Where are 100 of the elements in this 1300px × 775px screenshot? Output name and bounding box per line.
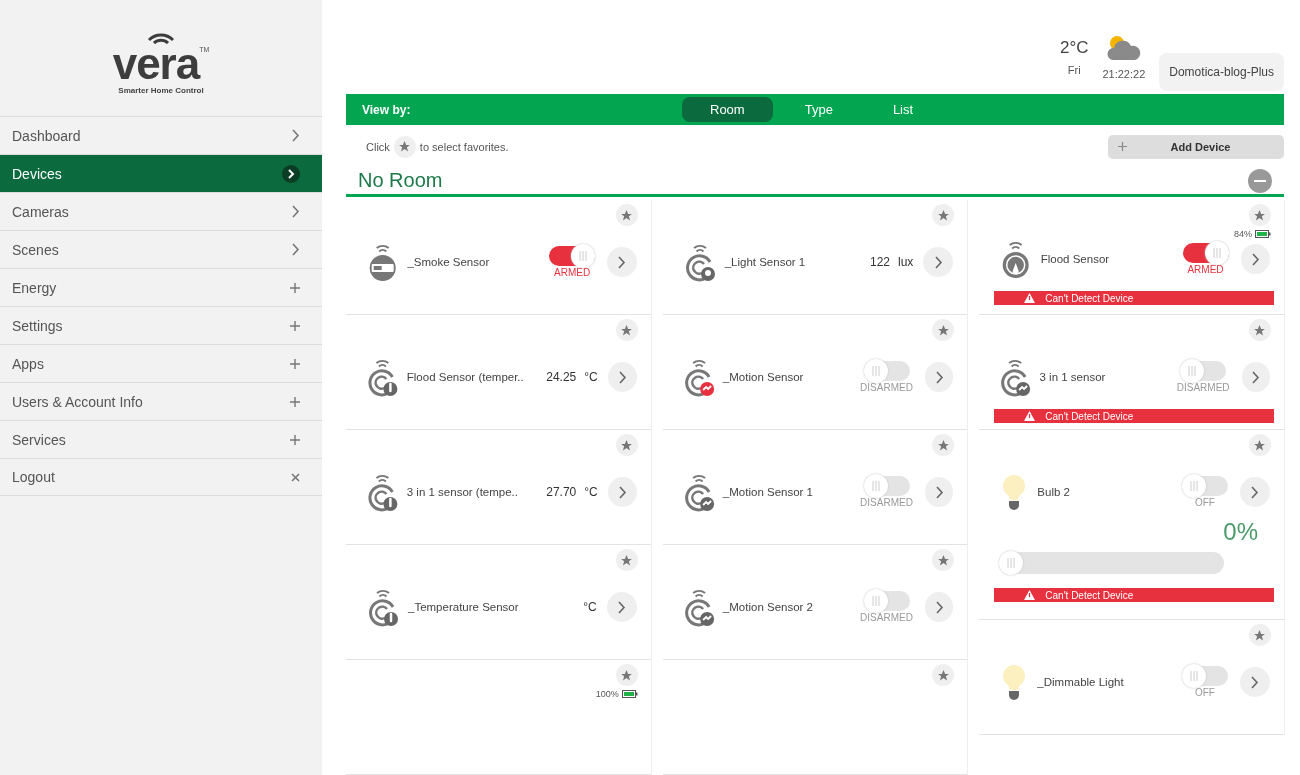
toggle-switch[interactable]	[863, 476, 910, 496]
partly-cloudy-icon	[1104, 33, 1143, 62]
dimmer-slider[interactable]	[999, 552, 1224, 574]
favorite-star-button[interactable]	[615, 664, 638, 686]
weekday: Fri	[1067, 63, 1081, 76]
chevron-right-icon	[933, 255, 943, 269]
status-label: DISARMED	[860, 497, 913, 508]
star-icon	[620, 553, 634, 567]
device-details-button[interactable]	[606, 592, 637, 622]
battery-icon	[1255, 230, 1271, 238]
temperature-sensor-icon	[366, 587, 400, 627]
add-device-button[interactable]: Add Device	[1108, 134, 1284, 159]
battery-level: 100%	[595, 689, 638, 699]
favorite-star-button[interactable]	[932, 549, 955, 571]
toggle-switch[interactable]	[1182, 666, 1228, 686]
chevron-right-icon	[1250, 675, 1260, 689]
chevron-right-icon	[617, 255, 627, 269]
device-details-button[interactable]	[923, 247, 954, 277]
status-label: ARMED	[1187, 264, 1224, 275]
chevron-right-icon	[291, 205, 300, 218]
chevron-right-icon	[1250, 485, 1260, 499]
plus-icon	[290, 320, 300, 331]
favorite-star-button[interactable]	[615, 549, 638, 571]
device-details-button[interactable]	[924, 362, 954, 392]
view-tab[interactable]: Room	[682, 97, 773, 123]
grip-icon	[1212, 248, 1221, 258]
device-name: _Motion Sensor	[722, 369, 805, 385]
plus-icon	[290, 358, 300, 369]
device-details-button[interactable]	[1240, 244, 1270, 274]
nav-item[interactable]: Logout	[0, 458, 322, 496]
star-icon	[936, 553, 950, 567]
room-title: No Room	[358, 169, 443, 193]
device-details-button[interactable]	[1240, 477, 1270, 507]
favorite-star-button[interactable]	[932, 319, 955, 341]
chevron-right-icon	[934, 485, 944, 499]
device-details-button[interactable]	[924, 592, 954, 622]
toggle-switch[interactable]	[1182, 243, 1229, 263]
favorite-star-button[interactable]	[615, 204, 638, 226]
grip-icon	[1190, 481, 1198, 491]
device-details-button[interactable]	[924, 477, 954, 507]
favorite-star-button[interactable]	[932, 204, 955, 226]
device-name: _Smoke Sensor	[407, 254, 491, 270]
status-label: DISARMED	[860, 612, 913, 623]
alert-text: Can't Detect Device	[1045, 589, 1134, 601]
favorite-star-button[interactable]	[393, 135, 416, 158]
hint-text: Click	[366, 140, 390, 153]
toggle-switch[interactable]	[1182, 476, 1228, 496]
device-name: Bulb 2	[1037, 484, 1071, 500]
status-label: OFF	[1195, 687, 1215, 698]
user-name[interactable]: Domotica-blog-Plus	[1159, 52, 1284, 91]
clock-time: 21:22:22	[1102, 67, 1146, 80]
chevron-right-icon	[934, 370, 944, 384]
toggle-switch[interactable]	[863, 591, 910, 611]
hint-text: to select favorites.	[419, 140, 509, 153]
star-icon	[620, 208, 634, 222]
favorite-star-button[interactable]	[932, 434, 955, 456]
chevron-right-icon	[934, 600, 944, 614]
toggle-switch[interactable]	[863, 361, 910, 381]
device-details-button[interactable]	[607, 362, 637, 392]
star-icon	[620, 668, 634, 682]
favorite-star-button[interactable]	[1249, 624, 1271, 646]
nav-item[interactable]: Devices	[0, 154, 322, 192]
favorite-star-button[interactable]	[1249, 434, 1271, 456]
favorite-star-button[interactable]	[1249, 319, 1271, 341]
device-details-button[interactable]	[607, 247, 637, 277]
chevron-right-icon	[1251, 370, 1261, 384]
collapse-icon[interactable]	[1248, 168, 1272, 193]
sensor-unit: °C	[584, 370, 598, 384]
status-label: ARMED	[554, 267, 591, 278]
status-label: DISARMED	[1176, 382, 1230, 393]
favorite-star-button[interactable]	[615, 319, 638, 341]
star-icon	[936, 323, 950, 337]
favorite-star-button[interactable]	[932, 664, 955, 686]
device-details-button[interactable]	[1241, 362, 1270, 392]
toggle-switch[interactable]	[549, 246, 596, 266]
toggle-switch[interactable]	[1180, 361, 1227, 381]
star-icon	[1253, 438, 1267, 452]
battery-icon	[621, 690, 638, 698]
device-name: _Motion Sensor 2	[722, 599, 814, 615]
plus-icon	[290, 434, 300, 445]
temperature: 2°C	[1059, 37, 1089, 58]
grip-icon	[579, 251, 588, 261]
grip-icon	[871, 596, 880, 606]
star-icon	[620, 438, 634, 452]
sensor-value: 27.70	[546, 485, 577, 499]
chevron-right-icon	[291, 243, 300, 256]
dimmer-reading: 0%	[1223, 518, 1258, 546]
plus-icon	[290, 396, 300, 407]
slider-thumb[interactable]	[999, 551, 1024, 575]
favorite-star-button[interactable]	[1249, 204, 1271, 226]
device-name: Flood Sensor	[1040, 251, 1111, 267]
temperature-sensor-icon	[366, 357, 399, 397]
plus-icon	[290, 282, 300, 293]
device-details-button[interactable]	[1240, 667, 1270, 697]
favorite-star-button[interactable]	[615, 434, 638, 456]
device-details-button[interactable]	[607, 477, 637, 507]
device-name: _Light Sensor 1	[724, 254, 807, 270]
sensor-unit: °C	[583, 600, 597, 614]
sensor-unit: lux	[898, 255, 914, 269]
star-icon	[1253, 208, 1267, 222]
